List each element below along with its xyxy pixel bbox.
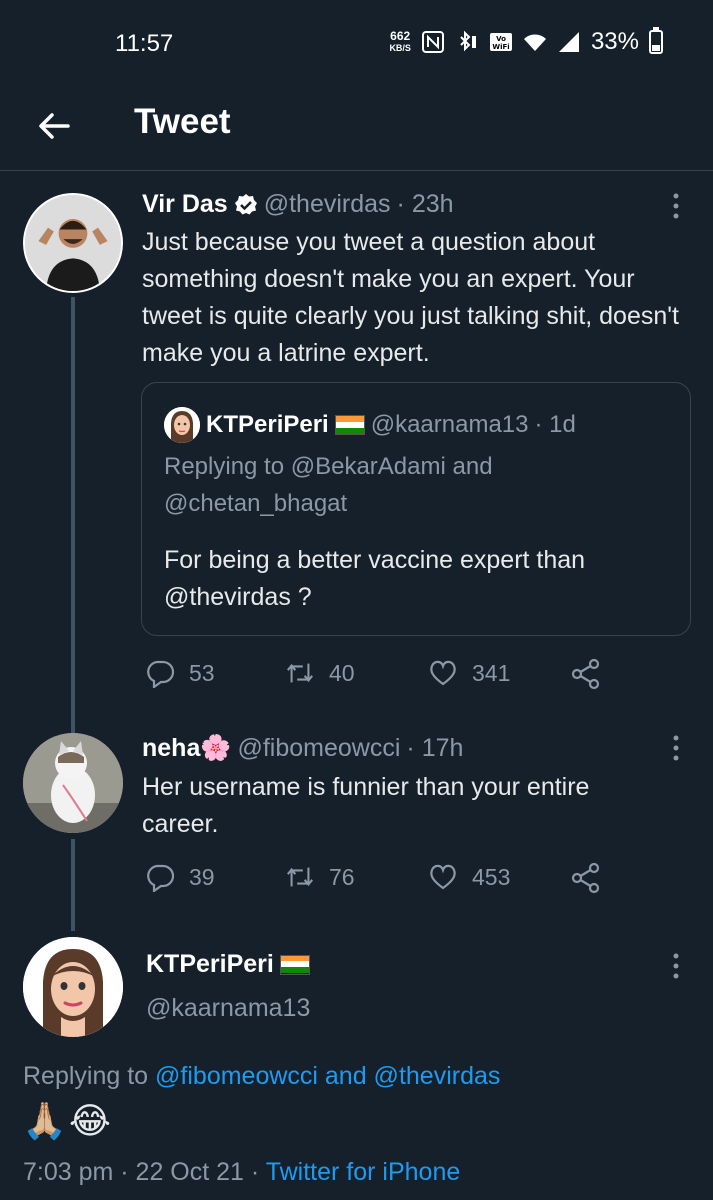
author-handle[interactable]: @thevirdas [264, 190, 391, 219]
more-icon[interactable] [673, 953, 679, 979]
battery-percent: 33% [590, 28, 639, 55]
focus-author-row: KTPeriPeri [146, 950, 310, 979]
avatar[interactable] [23, 937, 123, 1037]
source-link[interactable]: Twitter for iPhone [266, 1158, 461, 1186]
more-icon[interactable] [673, 193, 679, 219]
like-count: 341 [472, 659, 511, 686]
status-time: 11:57 [115, 30, 174, 57]
status-icons: 662 KB/S Vo WiFi 33% [389, 27, 663, 56]
author-name[interactable]: Vir Das [142, 190, 228, 219]
retweet-button[interactable]: 40 [285, 658, 355, 688]
like-button[interactable]: 453 [428, 862, 510, 892]
tweet-time: · 17h [406, 734, 464, 762]
timestamp: 7:03 pm · 22 Oct 21 · [23, 1158, 266, 1186]
replying-users-link[interactable]: @fibomeowcci and @thevirdas [155, 1062, 500, 1090]
author-name[interactable]: neha🌸 [142, 734, 231, 763]
retweet-icon [287, 663, 313, 683]
status-bar: 11:57 662 KB/S Vo WiFi 33% [0, 0, 713, 90]
reply-count: 53 [189, 659, 215, 686]
top-bar: Tweet [0, 90, 713, 171]
page-title: Tweet [134, 102, 231, 141]
reply-icon [147, 864, 175, 892]
reply-button[interactable]: 53 [145, 658, 215, 688]
quoted-text-line-2: @thevirdas ? [164, 583, 312, 611]
more-icon[interactable] [673, 735, 679, 761]
like-icon [430, 864, 456, 890]
svg-text:Vo: Vo [496, 35, 506, 43]
net-speed: 662 KB/S [389, 29, 411, 53]
retweet-button[interactable]: 76 [285, 862, 355, 892]
quoted-author-name: KTPeriPeri [206, 411, 329, 438]
author-handle[interactable]: @kaarnama13 [146, 994, 310, 1023]
quoted-avatar [164, 407, 200, 443]
author-handle[interactable]: @fibomeowcci [237, 734, 400, 763]
avatar-cat-image [23, 733, 123, 833]
memoji-avatar-icon [164, 407, 200, 443]
wifi-icon [523, 34, 546, 51]
retweet-icon [287, 867, 313, 887]
battery-icon [649, 27, 663, 54]
avatar-vir-das-image [25, 195, 121, 291]
like-count: 453 [472, 863, 511, 890]
verified-badge-icon [234, 193, 257, 214]
tweet-header: neha🌸 @fibomeowcci · 17h [142, 734, 463, 763]
india-flag-icon [334, 415, 365, 435]
tweet-text: Just because you tweet a question about … [142, 228, 679, 367]
bluetooth-vibrate-icon [460, 30, 476, 52]
author-name[interactable]: KTPeriPeri [146, 950, 274, 979]
quoted-text-line-1: For being a better vaccine expert than [164, 546, 586, 574]
retweet-count: 76 [329, 863, 355, 890]
retweet-count: 40 [329, 659, 355, 686]
quoted-replying-line-2: @chetan_bhagat [164, 490, 348, 517]
quoted-tweet-header: KTPeriPeri @kaarnama13 · 1d [164, 407, 576, 443]
share-icon[interactable] [570, 862, 602, 894]
reply-button[interactable]: 39 [145, 862, 215, 892]
nfc-icon [421, 31, 444, 53]
avatar[interactable] [23, 733, 123, 833]
reply-count: 39 [189, 863, 215, 890]
avatar-memoji-image [23, 937, 123, 1037]
like-icon [430, 660, 456, 686]
share-icon[interactable] [570, 658, 602, 690]
thread-line-bottom [71, 839, 75, 931]
timestamp-row: 7:03 pm · 22 Oct 21 · Twitter for iPhone [23, 1158, 460, 1187]
thread-line [71, 297, 75, 729]
avatar[interactable] [23, 193, 123, 293]
svg-text:WiFi: WiFi [492, 43, 509, 51]
replying-prefix: Replying to [23, 1062, 156, 1090]
tweet-time: · 23h [396, 190, 454, 218]
vowifi-icon: VoWiFi [489, 33, 512, 51]
tweet-text: 🙏🏼😂 [22, 1100, 113, 1141]
tweet-header: Vir Das @thevirdas · 23h [142, 190, 454, 219]
india-flag-icon [279, 954, 310, 975]
quoted-tweet[interactable]: KTPeriPeri @kaarnama13 · 1d Replying to … [141, 382, 691, 636]
quoted-author-handle: @kaarnama13 [370, 411, 529, 438]
tweet-text: Her username is funnier than your entire… [142, 773, 590, 838]
replying-to: Replying to @fibomeowcci and @thevirdas [23, 1062, 500, 1091]
reply-icon [147, 660, 175, 688]
like-button[interactable]: 341 [428, 658, 510, 688]
quoted-replying-line-1: Replying to @BekarAdami and [164, 453, 493, 480]
back-arrow-icon[interactable] [36, 108, 72, 144]
signal-icon [558, 32, 579, 52]
quoted-tweet-time: · 1d [534, 411, 576, 438]
